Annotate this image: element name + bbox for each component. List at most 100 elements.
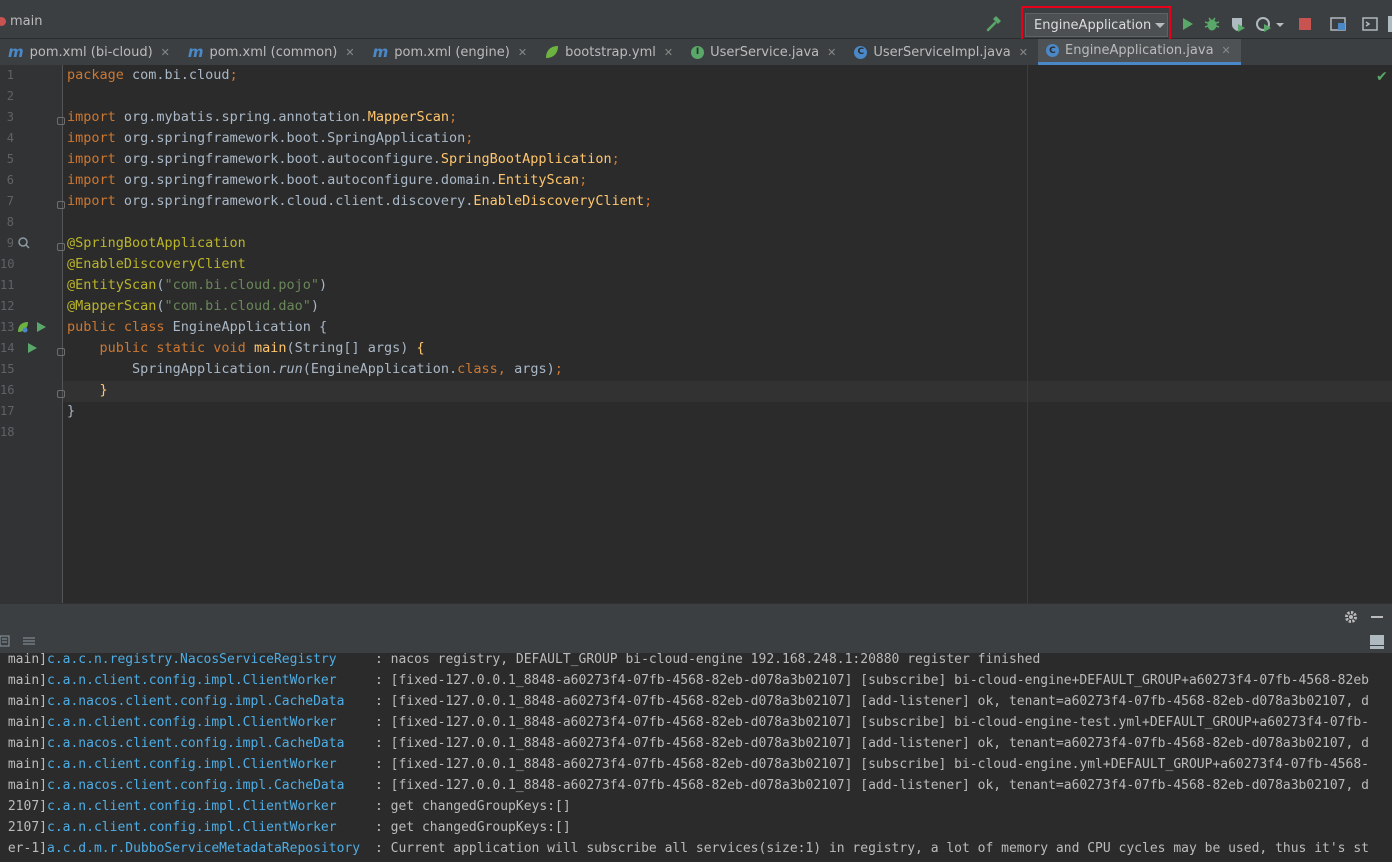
debug-icon[interactable] bbox=[1204, 16, 1220, 32]
line-number-gutter: 1 2 3 4 5 6 7 8 9 10 11 12 13 14 15 16 17 18 bbox=[0, 65, 63, 603]
tab-pom-xml-common[interactable]: m pom.xml (common) ✕ bbox=[180, 39, 365, 65]
console-message: : [fixed-127.0.0.1_8848-a60273f4-07fb-45… bbox=[375, 715, 1369, 730]
line-number: 13 bbox=[0, 320, 15, 334]
console-line: main]c.a.c.n.registry.NacosServiceRegist… bbox=[0, 653, 1040, 670]
fold-marker[interactable] bbox=[57, 348, 65, 356]
code-token: EntityScan bbox=[497, 172, 580, 188]
gear-icon[interactable] bbox=[1344, 610, 1358, 624]
console-thread: main] bbox=[7, 736, 47, 751]
code-token: main bbox=[253, 340, 287, 356]
code-token: package bbox=[67, 67, 133, 83]
code-token: EngineApplication { bbox=[172, 319, 328, 335]
code-editor[interactable]: 1 2 3 4 5 6 7 8 9 10 11 12 13 14 15 16 17 18 package com.… bbox=[0, 65, 1392, 603]
console-line: main]c.a.nacos.client.config.impl.CacheD… bbox=[0, 733, 1369, 754]
chevron-down-icon[interactable] bbox=[1275, 16, 1285, 32]
code-line: SpringApplication.run(EngineApplication.… bbox=[67, 359, 563, 380]
run-icon[interactable] bbox=[1180, 16, 1196, 32]
code-token: @SpringBootApplication bbox=[67, 235, 246, 251]
console-thread: main] bbox=[7, 673, 47, 688]
tab-bootstrap-yml[interactable]: bootstrap.yml ✕ bbox=[537, 39, 683, 65]
console-line: main]c.a.n.client.config.impl.ClientWork… bbox=[0, 754, 1369, 775]
close-icon[interactable]: ✕ bbox=[1019, 46, 1028, 59]
close-icon[interactable]: ✕ bbox=[518, 46, 527, 59]
code-token: ( bbox=[156, 277, 165, 293]
console-message: : nacos registry, DEFAULT_GROUP bi-cloud… bbox=[375, 653, 1041, 667]
fold-marker[interactable] bbox=[57, 201, 65, 209]
code-token: import bbox=[67, 109, 124, 125]
code-token: { bbox=[416, 340, 425, 356]
console-thread: main] bbox=[7, 778, 47, 793]
class-icon: C bbox=[854, 45, 868, 59]
minimize-icon[interactable] bbox=[1371, 616, 1383, 618]
tab-pom-xml-bi-cloud[interactable]: m pom.xml (bi-cloud) ✕ bbox=[0, 39, 180, 65]
endpoints-tab-icon[interactable] bbox=[22, 635, 36, 647]
spring-boot-icon[interactable] bbox=[17, 321, 29, 333]
layout-icon[interactable] bbox=[1370, 635, 1384, 649]
run-gutter-icon[interactable] bbox=[35, 321, 47, 333]
close-icon[interactable]: ✕ bbox=[827, 46, 836, 59]
close-icon[interactable]: ✕ bbox=[664, 46, 673, 59]
line-number: 9 bbox=[6, 236, 14, 250]
line-number: 6 bbox=[6, 173, 14, 187]
line-number: 16 bbox=[0, 383, 15, 397]
spring-class-icon: C bbox=[1045, 44, 1059, 57]
code-token: args) bbox=[514, 361, 555, 377]
chevron-down-icon bbox=[1155, 22, 1166, 28]
console-message: : Current application will subscribe all… bbox=[375, 841, 1369, 856]
code-line: public class EngineApplication { bbox=[67, 317, 327, 338]
console-logger: c.a.n.client.config.impl.ClientWorker bbox=[47, 715, 337, 730]
line-number: 15 bbox=[0, 362, 15, 376]
tab-userservice-java[interactable]: I UserService.java ✕ bbox=[683, 39, 846, 65]
console-thread: main] bbox=[7, 757, 47, 772]
code-token: , bbox=[497, 361, 515, 377]
code-token: EnableDiscoveryClient bbox=[473, 193, 645, 209]
tab-pom-xml-engine[interactable]: m pom.xml (engine) ✕ bbox=[365, 39, 537, 65]
fold-marker[interactable] bbox=[57, 117, 65, 125]
code-token: org.springframework.boot.SpringApplicati… bbox=[123, 130, 466, 146]
code-token: (EngineApplication. bbox=[302, 361, 458, 377]
console-line: 2107]c.a.n.client.config.impl.ClientWork… bbox=[0, 817, 571, 838]
overflow-icon[interactable] bbox=[1388, 16, 1392, 32]
close-icon[interactable]: ✕ bbox=[1222, 44, 1231, 57]
console-logger: c.a.n.client.config.impl.ClientWorker bbox=[47, 673, 337, 688]
fold-marker[interactable] bbox=[57, 243, 65, 251]
profiler-icon[interactable] bbox=[1256, 16, 1272, 32]
stop-icon[interactable] bbox=[1297, 16, 1313, 32]
console-line: main]c.a.nacos.client.config.impl.CacheD… bbox=[0, 775, 1369, 796]
console-message: : get changedGroupKeys:[] bbox=[375, 799, 571, 814]
run-with-coverage-icon[interactable] bbox=[1230, 16, 1246, 32]
close-icon[interactable]: ✕ bbox=[345, 46, 354, 59]
console-logger: a.c.d.m.r.DubboServiceMetadataRepository bbox=[47, 841, 361, 856]
console-output[interactable]: main]c.a.c.n.registry.NacosServiceRegist… bbox=[0, 653, 1392, 862]
code-token: } bbox=[99, 382, 108, 398]
code-token: org.springframework.cloud.client.discove… bbox=[123, 193, 474, 209]
code-token: class bbox=[457, 361, 498, 377]
spring-bean-icon[interactable] bbox=[18, 237, 30, 249]
current-line-highlight bbox=[62, 381, 1392, 402]
maven-icon: m bbox=[8, 43, 24, 61]
terminal-icon[interactable] bbox=[1362, 16, 1378, 32]
breadcrumb[interactable]: main bbox=[0, 14, 42, 29]
close-icon[interactable]: ✕ bbox=[161, 46, 170, 59]
project-structure-icon[interactable] bbox=[1330, 16, 1346, 32]
fold-marker[interactable] bbox=[57, 390, 65, 398]
code-line: import org.mybatis.spring.annotation.Map… bbox=[67, 107, 457, 128]
run-configuration-dropdown[interactable]: EngineApplication bbox=[1025, 13, 1168, 37]
interface-icon: I bbox=[691, 45, 705, 59]
code-token: import bbox=[67, 172, 124, 188]
build-hammer-icon[interactable] bbox=[985, 16, 1003, 32]
console-message: : [fixed-127.0.0.1_8848-a60273f4-07fb-45… bbox=[375, 778, 1369, 793]
console-toolbar bbox=[0, 629, 1392, 654]
console-line: main]c.a.nacos.client.config.impl.CacheD… bbox=[0, 691, 1369, 712]
code-token: import bbox=[67, 151, 124, 167]
tab-label: UserService.java bbox=[710, 44, 820, 60]
inspection-ok-icon[interactable]: ✔ bbox=[1376, 69, 1388, 85]
run-panel-header bbox=[0, 603, 1392, 630]
tab-userserviceimpl-java[interactable]: C UserServiceImpl.java ✕ bbox=[846, 39, 1038, 65]
code-token: org.springframework.boot.autoconfigure.d… bbox=[123, 172, 498, 188]
run-gutter-icon[interactable] bbox=[26, 342, 38, 354]
tab-engineapplication-java[interactable]: C EngineApplication.java ✕ bbox=[1037, 39, 1241, 65]
code-token: org.mybatis.spring.annotation. bbox=[123, 109, 368, 125]
console-tab-icon[interactable] bbox=[0, 635, 10, 647]
